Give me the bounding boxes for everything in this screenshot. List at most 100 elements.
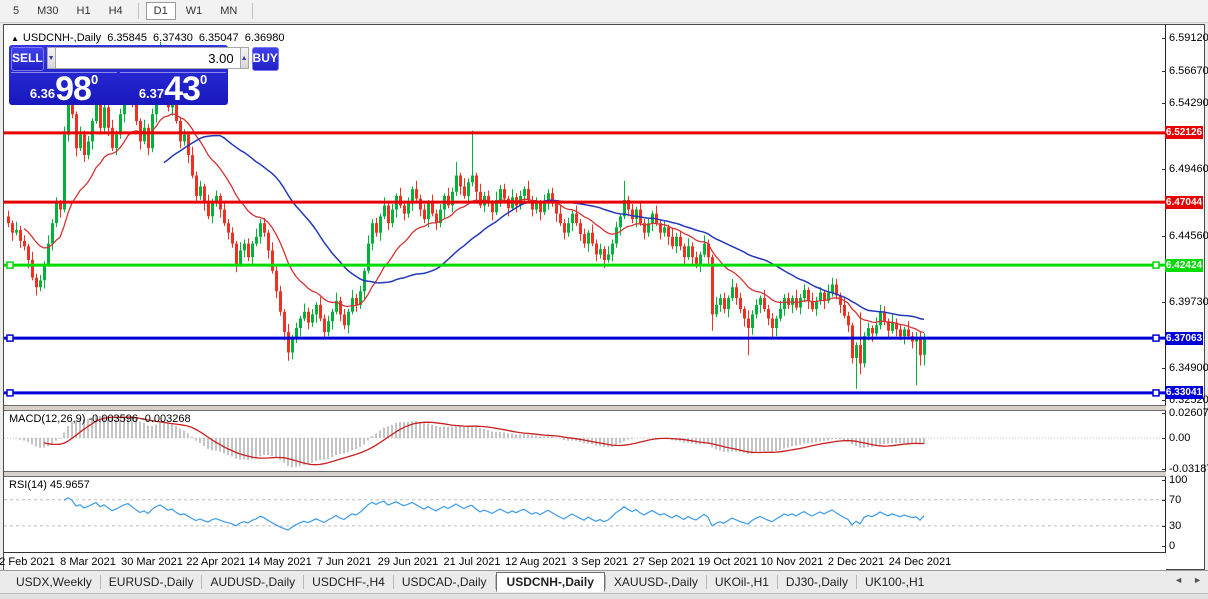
level-line-6.42424[interactable] (4, 261, 1165, 269)
date-tick-label: 24 Dec 2021 (888, 556, 952, 568)
date-tick-label: 21 Jul 2021 (443, 556, 501, 568)
macd-tick-label: 0.00 (1169, 432, 1191, 444)
axis-tick (1162, 103, 1166, 105)
sell-price-prefix: 6.36 (29, 86, 56, 101)
price-tick-label: 6.34900 (1169, 361, 1208, 374)
date-tick-label: 22 Apr 2021 (186, 556, 246, 568)
axis-tick (1162, 545, 1166, 547)
tabs-scroll-left-icon[interactable]: ◄ (1174, 575, 1183, 585)
price-tick-label: 6.44560 (1169, 229, 1208, 242)
price-tick-label: 6.56670 (1169, 65, 1208, 78)
ohlc-close: 6.36980 (244, 32, 285, 44)
axis-tick (1162, 438, 1166, 439)
timeframe-toolbar: 5 M30 H1 H4 D1 W1 MN (0, 0, 1208, 23)
sell-button[interactable]: SELL (11, 47, 44, 71)
toolbar-separator (252, 3, 254, 19)
buy-price-pips: 43 (164, 70, 201, 108)
timeframe-button-W1[interactable]: W1 (178, 2, 211, 20)
macd-value: -0.003596 (88, 413, 139, 425)
level-price-badge: 6.42424 (1165, 258, 1203, 272)
axis-tick (1162, 480, 1166, 481)
date-tick-label: 30 Mar 2021 (121, 556, 183, 568)
rsi-value: 45.9657 (49, 479, 90, 491)
ohlc-high: 6.37430 (153, 32, 193, 44)
axis-tick (1162, 499, 1166, 501)
level-price-badge: 6.52126 (1165, 126, 1203, 140)
date-tick-label: 3 Sep 2021 (571, 556, 629, 568)
level-line-6.37063[interactable] (4, 334, 1165, 342)
date-tick-label: 27 Sep 2021 (632, 556, 696, 568)
macd-label: MACD(12,26,9) -0.003596 -0.003268 (9, 413, 191, 425)
rsi-tick-label: 30 (1169, 519, 1182, 532)
rsi-tick-label: 0 (1169, 539, 1176, 552)
rsi-label: RSI(14) 45.9657 (9, 479, 90, 491)
macd-signal-value: -0.003268 (141, 413, 191, 425)
axis-tick (1162, 37, 1166, 39)
sell-price-fraction: 0 (90, 72, 99, 87)
date-tick-label: 14 May 2021 (248, 556, 312, 568)
tab-usdchf-h4[interactable]: USDCHF-,H4 (304, 573, 393, 591)
buy-price-prefix: 6.37 (138, 86, 165, 101)
date-tick-label: 7 Jun 2021 (316, 556, 372, 568)
level-price-badge: 6.33041 (1165, 386, 1203, 400)
timeframe-button-M30[interactable]: M30 (29, 2, 66, 20)
rsi-line (63, 496, 925, 531)
date-tick-label: 12 Aug 2021 (505, 556, 567, 568)
axis-tick (1162, 469, 1166, 470)
chart-symbol-label: USDCNH-,Daily (22, 32, 102, 44)
date-tick-label: 8 Mar 2021 (60, 556, 116, 568)
volume-decrease-button[interactable]: ▼ (46, 47, 56, 69)
tab-audusd-daily[interactable]: AUDUSD-,Daily (202, 573, 303, 591)
tab-usdcnh-daily[interactable]: USDCNH-,Daily (495, 572, 605, 592)
chart-window: ▲ USDCNH-,Daily 6.35845 6.37430 6.35047 6… (0, 24, 1208, 570)
volume-input[interactable] (55, 47, 240, 69)
ohlc-open: 6.35845 (107, 32, 147, 44)
macd-tick-label: 0.02607 (1169, 407, 1208, 419)
tab-usdx-weekly[interactable]: USDX,Weekly (8, 573, 100, 591)
mt4-terminal: 5 M30 H1 H4 D1 W1 MN ▲ USDCNH-,Daily 6.35845 6.… (0, 0, 1208, 599)
sell-price-pips: 98 (55, 70, 92, 108)
timeframe-button-5[interactable]: 5 (5, 2, 27, 20)
axis-tick (1162, 169, 1166, 171)
buy-quote[interactable]: 6.37 43 0 (120, 70, 226, 108)
price-tick-label: 6.59120 (1169, 31, 1208, 44)
price-tick-label: 6.54290 (1169, 97, 1208, 110)
axis-tick (1162, 413, 1166, 414)
one-click-trading-panel: SELL ▼ ▲ BUY 6.36 98 0 6.37 43 0 (9, 45, 279, 108)
date-tick-label: 12 Feb 2021 (0, 556, 55, 568)
level-line-6.33041[interactable] (4, 389, 1165, 397)
timeframe-button-D1[interactable]: D1 (145, 2, 176, 20)
tab-eurusd-daily[interactable]: EURUSD-,Daily (101, 573, 202, 591)
ohlc-low: 6.35047 (198, 32, 239, 44)
tab-dj30-daily[interactable]: DJ30-,Daily (778, 573, 856, 591)
date-tick-label: 10 Nov 2021 (760, 556, 824, 568)
price-tick-label: 6.49460 (1169, 163, 1208, 176)
sell-quote[interactable]: 6.36 98 0 (11, 70, 117, 108)
level-price-badge: 6.47044 (1165, 195, 1203, 209)
rsi-tick-label: 70 (1169, 493, 1182, 506)
axis-tick (1162, 525, 1166, 527)
tab-ukoil-h1[interactable]: UKOil-,H1 (707, 573, 777, 591)
toolbar-separator (137, 3, 139, 19)
rsi-tick-label: 100 (1169, 474, 1188, 486)
buy-button[interactable]: BUY (251, 47, 279, 71)
chart-tab-bar: USDX,Weekly EURUSD-,Daily AUDUSD-,Daily USD… (0, 570, 1208, 593)
date-tick-label: 19 Oct 2021 (698, 556, 758, 568)
tab-xauusd-daily[interactable]: XAUUSD-,Daily (606, 573, 706, 591)
axis-tick (1162, 301, 1166, 303)
timeframe-button-H4[interactable]: H4 (101, 2, 131, 20)
price-tick-label: 6.39730 (1169, 295, 1208, 308)
tab-uk100-h1[interactable]: UK100-,H1 (857, 573, 932, 591)
axis-tick (1162, 71, 1166, 73)
rsi-panel: RSI(14) 45.9657 (4, 477, 1166, 552)
timeframe-button-H1[interactable]: H1 (69, 2, 99, 20)
timeframe-button-MN[interactable]: MN (212, 2, 245, 20)
price-axis: 6.59120 6.56670 6.54290 6.49460 6.44560 6.397… (1162, 25, 1208, 569)
macd-panel: MACD(12,26,9) -0.003596 -0.003268 (4, 411, 1166, 471)
tabs-scroll-right-icon[interactable]: ► (1193, 575, 1202, 585)
rsi-chart (4, 496, 1165, 531)
tab-usdcad-daily[interactable]: USDCAD-,Daily (394, 573, 495, 591)
volume-increase-button[interactable]: ▲ (239, 47, 249, 69)
axis-tick (1162, 235, 1166, 237)
axis-tick (1162, 399, 1166, 401)
